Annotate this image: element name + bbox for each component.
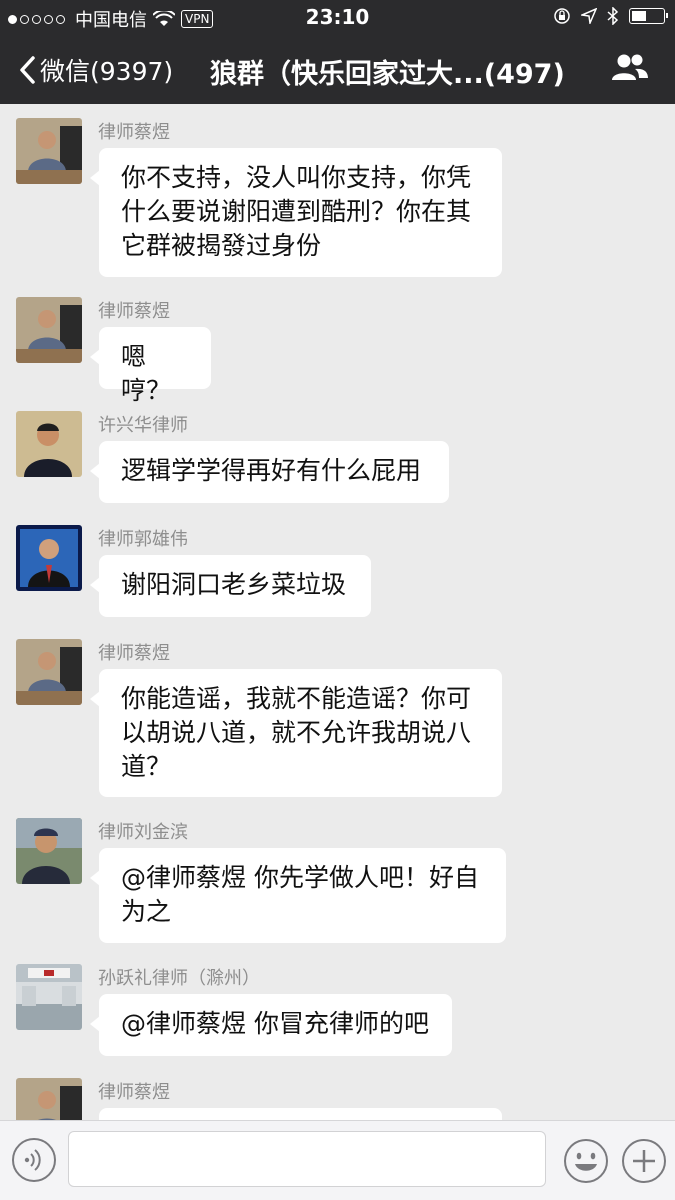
voice-icon	[24, 1149, 41, 1171]
plus-icon	[622, 1139, 666, 1183]
message-text-line: 道？	[121, 752, 172, 781]
message-bubble[interactable]: 你能造谣，我就不能造谣？你可 以胡说八道，就不允许我胡说八 道？	[90, 669, 502, 797]
message-input[interactable]	[68, 1131, 546, 1187]
group-members-button[interactable]	[611, 52, 649, 88]
chevron-left-icon	[20, 56, 35, 84]
input-bar	[0, 1120, 675, 1200]
location-icon	[581, 8, 597, 24]
voice-input-button[interactable]	[12, 1138, 56, 1182]
avatar[interactable]	[16, 964, 82, 1030]
message-bubble[interactable]: 逻辑学学得再好有什么屁用	[90, 441, 449, 503]
message-text-line: 你能造谣，我就不能造谣？你可	[121, 684, 472, 713]
chat-message-list[interactable]: 律师蔡煜 你不支持，没人叫你支持，你凭 什么要说谢阳遭到酷刑？你在其 它群被揭發…	[0, 104, 675, 1120]
message-text-line: 嗯哼？	[121, 342, 172, 405]
back-button[interactable]: 微信(9397)	[18, 52, 173, 88]
nav-bar: 微信(9397) 狼群（快乐回家过大...(497)	[0, 34, 675, 104]
sender-name: 律师蔡煜	[98, 643, 170, 664]
avatar[interactable]	[16, 411, 82, 477]
sender-name: 许兴华律师	[98, 415, 188, 436]
emoji-icon	[564, 1139, 608, 1183]
avatar[interactable]	[16, 525, 82, 591]
orientation-lock-icon	[554, 8, 570, 24]
sender-name: 律师蔡煜	[98, 122, 170, 143]
avatar[interactable]	[16, 297, 82, 363]
message-text-line: 你不支持，没人叫你支持，你凭	[121, 163, 472, 192]
message-text-line: 为之	[121, 897, 172, 926]
message-text-line: 逻辑学学得再好有什么屁用	[121, 456, 422, 485]
status-bar: 中国电信 VPN 23:10	[0, 0, 675, 34]
sender-name: 律师蔡煜	[98, 1082, 170, 1103]
avatar[interactable]	[16, 1078, 82, 1120]
avatar[interactable]	[16, 118, 82, 184]
chat-title: 狼群（快乐回家过大...(497)	[210, 59, 565, 90]
bluetooth-icon	[607, 7, 619, 25]
message-bubble[interactable]: @律师蔡煜 你冒充律师的吧	[90, 994, 452, 1056]
message-bubble[interactable]: 你不支持，没人叫你支持，你凭 什么要说谢阳遭到酷刑？你在其 它群被揭發过身份	[90, 148, 502, 277]
avatar[interactable]	[16, 818, 82, 884]
message-bubble[interactable]	[99, 1108, 502, 1120]
more-options-button[interactable]	[620, 1137, 668, 1185]
sender-name: 孙跃礼律师（滁州）	[98, 968, 260, 989]
sender-name: 律师刘金滨	[98, 822, 188, 843]
message-text-line: @律师蔡煜 你冒充律师的吧	[121, 1009, 429, 1038]
battery-icon	[629, 8, 668, 24]
emoji-button[interactable]	[562, 1137, 610, 1185]
message-bubble[interactable]: @律师蔡煜 你先学做人吧！好自 为之	[90, 848, 506, 943]
sender-name: 律师蔡煜	[98, 301, 170, 322]
avatar[interactable]	[16, 639, 82, 705]
message-text-line: 什么要说谢阳遭到酷刑？你在其	[121, 197, 472, 226]
sender-name: 律师郭雄伟	[98, 529, 188, 550]
message-text-line: 它群被揭發过身份	[121, 231, 322, 260]
message-bubble[interactable]: 谢阳洞口老乡菜垃圾	[90, 555, 371, 617]
message-text-line: 以胡说八道，就不允许我胡说八	[121, 718, 472, 747]
message-text-line: @律师蔡煜 你先学做人吧！好自	[121, 863, 479, 892]
group-members-icon	[612, 54, 648, 80]
message-bubble[interactable]: 嗯哼？	[90, 327, 211, 405]
back-label: 微信(9397)	[40, 57, 174, 86]
message-text-line: 谢阳洞口老乡菜垃圾	[121, 570, 347, 599]
